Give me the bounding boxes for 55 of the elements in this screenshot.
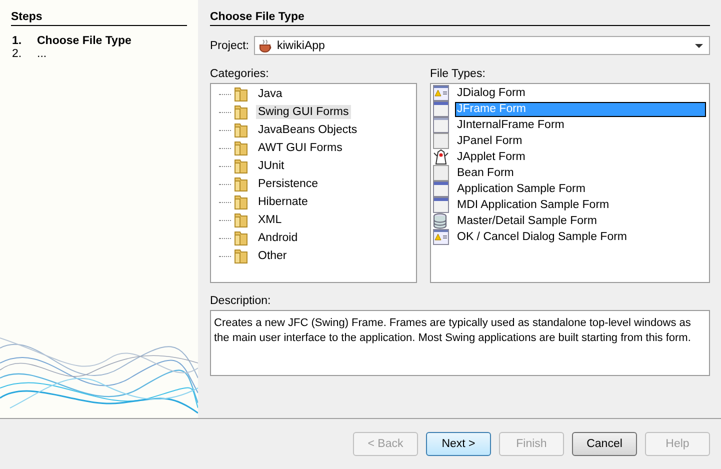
warning-window-icon: [433, 85, 449, 101]
folder-icon: [233, 140, 249, 156]
step-number: 1.: [12, 35, 23, 48]
step-label: Choose File Type: [37, 35, 132, 48]
database-icon: [433, 213, 449, 229]
category-item[interactable]: Java: [256, 87, 284, 101]
panel-icon: [433, 133, 449, 149]
panel-title: Choose File Type: [210, 11, 710, 26]
category-item[interactable]: Android: [256, 231, 300, 245]
file-type-item[interactable]: Application Sample Form: [455, 182, 706, 196]
folder-icon: [233, 122, 249, 138]
cup-icon: [258, 38, 274, 52]
project-dropdown[interactable]: kiwikiApp: [254, 36, 710, 55]
panel-icon: [433, 165, 449, 181]
category-item[interactable]: JavaBeans Objects: [256, 123, 360, 137]
file-types-label: File Types:: [430, 68, 486, 81]
category-item[interactable]: Hibernate: [256, 195, 310, 209]
wizard-button[interactable]: Next >: [426, 432, 491, 456]
window-icon: [433, 117, 449, 133]
category-item[interactable]: Swing GUI Forms: [256, 105, 351, 119]
category-item[interactable]: JUnit: [256, 159, 286, 173]
window-icon: [433, 181, 449, 197]
folder-icon: [233, 86, 249, 102]
wizard-button[interactable]: Cancel: [572, 432, 637, 456]
file-type-item[interactable]: JPanel Form: [455, 134, 706, 148]
step-number: 2.: [12, 48, 23, 61]
file-type-item[interactable]: OK / Cancel Dialog Sample Form: [455, 230, 706, 244]
file-type-item[interactable]: Bean Form: [455, 166, 706, 180]
caret-icon: [695, 44, 703, 48]
category-item[interactable]: Persistence: [256, 177, 320, 191]
applet-icon: [433, 149, 449, 165]
categories-label: Categories:: [210, 68, 270, 81]
folder-icon: [233, 176, 249, 192]
window-icon: [433, 197, 449, 213]
folder-icon: [233, 230, 249, 246]
folder-icon: [233, 194, 249, 210]
file-type-item[interactable]: Master/Detail Sample Form: [455, 214, 706, 228]
warning-window-icon: [433, 229, 449, 245]
steps-title: Steps: [11, 11, 187, 26]
file-type-item[interactable]: MDI Application Sample Form: [455, 198, 706, 212]
description-text: Creates a new JFC (Swing) Frame. Frames are typically used as standalone top-level windows as the main user interface to the application. Most Swing applications are built starting from this form.: [210, 310, 710, 376]
category-item[interactable]: AWT GUI Forms: [256, 141, 344, 155]
step-label: ...: [37, 48, 47, 61]
category-item[interactable]: XML: [256, 213, 284, 227]
folder-icon: [233, 248, 249, 264]
description-label: Description:: [210, 295, 272, 308]
file-type-item[interactable]: JInternalFrame Form: [455, 118, 706, 132]
file-type-item[interactable]: JApplet Form: [455, 150, 706, 164]
folder-icon: [233, 158, 249, 174]
folder-icon: [233, 104, 249, 120]
project-label: Project:: [210, 40, 249, 52]
category-item[interactable]: Other: [256, 249, 289, 263]
window-icon: [433, 101, 449, 117]
file-type-item[interactable]: JDialog Form: [455, 86, 706, 100]
folder-icon: [233, 212, 249, 228]
